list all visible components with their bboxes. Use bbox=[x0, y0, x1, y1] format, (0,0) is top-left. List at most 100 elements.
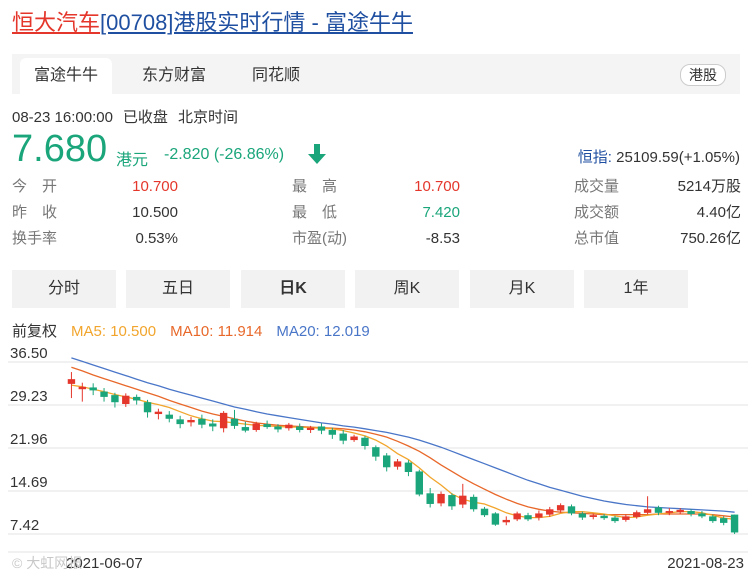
candle-body bbox=[698, 513, 706, 517]
candle-body bbox=[437, 493, 445, 504]
candle-body bbox=[187, 419, 195, 423]
hsi-index[interactable]: 恒指: 25109.59(+1.05%) bbox=[578, 146, 740, 167]
y-tick-label: 7.42 bbox=[10, 517, 39, 534]
page-title[interactable]: 恒大汽车[00708]港股实时行情 - 富途牛牛 bbox=[12, 8, 413, 38]
hsi-label[interactable]: 恒指: bbox=[578, 149, 612, 166]
candle-body bbox=[67, 379, 76, 384]
candle-body bbox=[730, 514, 739, 533]
stock-name-link[interactable]: 恒大汽车 bbox=[12, 10, 100, 35]
tab-five-day[interactable]: 五日 bbox=[126, 270, 230, 308]
stat-label: 成交量 bbox=[574, 178, 620, 195]
candle-body bbox=[350, 436, 358, 441]
candle-body bbox=[719, 518, 728, 523]
stat-value: 10.500 bbox=[132, 204, 178, 221]
candle-body bbox=[654, 507, 663, 513]
stat-label: 成交额 bbox=[574, 204, 620, 221]
candle-body bbox=[665, 511, 674, 513]
down-arrow-icon bbox=[308, 144, 326, 164]
current-price: 7.680 bbox=[12, 128, 108, 170]
candle-body bbox=[469, 496, 478, 510]
stat-label: 今 开 bbox=[12, 178, 58, 195]
candle-body bbox=[556, 505, 565, 511]
y-tick-label: 36.50 bbox=[10, 345, 48, 362]
stat-label: 换手率 bbox=[12, 230, 58, 247]
quote-time: 08-23 16:00:00 已收盘 北京时间 bbox=[12, 106, 248, 127]
ma5-legend: MA5: 10.500 bbox=[71, 323, 157, 340]
candle-body bbox=[285, 424, 293, 429]
candle-body bbox=[274, 426, 282, 430]
stock-code-link[interactable]: [00708]港股实时行情 - 富途牛牛 bbox=[100, 10, 413, 35]
stat-label: 总市值 bbox=[574, 230, 620, 247]
candle-body bbox=[448, 495, 456, 507]
candle-body bbox=[546, 509, 554, 515]
candle-body bbox=[676, 509, 684, 513]
price-change: -2.820 (-26.86%) bbox=[164, 146, 285, 163]
candle-body bbox=[361, 437, 369, 446]
tab-intraday[interactable]: 分时 bbox=[12, 270, 116, 308]
stat-value: 4.40亿 bbox=[696, 204, 741, 221]
stat-value: 750.26亿 bbox=[680, 230, 741, 247]
candle-body bbox=[143, 402, 152, 413]
candle-body bbox=[263, 424, 271, 428]
adjust-label: 前复权 bbox=[12, 323, 58, 340]
x-tick-label: 2021-08-23 bbox=[667, 555, 744, 572]
candle-body bbox=[535, 513, 543, 518]
y-tick-label: 29.23 bbox=[10, 388, 48, 405]
candle-body bbox=[209, 423, 217, 427]
source-tab-bar: 富途牛牛 东方财富 同花顺 港股 bbox=[12, 54, 740, 94]
candle-body bbox=[415, 471, 424, 495]
candle-body bbox=[154, 411, 163, 415]
candle-body bbox=[459, 495, 467, 505]
candle-body bbox=[524, 515, 532, 520]
tab-daily-k[interactable]: 日K bbox=[241, 270, 345, 308]
tab-futu[interactable]: 富途牛牛 bbox=[20, 58, 113, 94]
tab-eastmoney[interactable]: 东方财富 bbox=[128, 58, 220, 94]
candle-body bbox=[100, 391, 108, 397]
candle-body bbox=[111, 395, 119, 403]
candle-body bbox=[296, 426, 304, 431]
candle-body bbox=[89, 387, 97, 391]
candle-body bbox=[393, 461, 402, 467]
stat-label: 市盈(动) bbox=[292, 230, 347, 247]
candle-body bbox=[328, 430, 337, 435]
candle-body bbox=[241, 427, 250, 431]
stat-value: 10.700 bbox=[132, 178, 178, 195]
ma-legend: 前复权 MA5: 10.500 MA10: 11.914 MA20: 12.019 bbox=[12, 320, 384, 341]
candle-body bbox=[687, 511, 695, 515]
market-tag: 港股 bbox=[680, 64, 726, 86]
hsi-value: 25109.59(+1.05%) bbox=[616, 149, 740, 166]
market-status: 已收盘 bbox=[122, 109, 168, 126]
candle-body bbox=[600, 515, 608, 519]
candle-body bbox=[306, 427, 315, 431]
timezone-label: 北京时间 bbox=[177, 109, 238, 126]
tab-monthly-k[interactable]: 月K bbox=[470, 270, 574, 308]
stat-value: 5214万股 bbox=[677, 178, 741, 195]
candle-body bbox=[372, 447, 380, 457]
stat-value: 0.53% bbox=[135, 230, 178, 247]
watermark-text: © 大虹网报 bbox=[12, 555, 82, 571]
candle-body bbox=[252, 423, 260, 431]
candle-body bbox=[404, 462, 413, 473]
quote-datetime: 08-23 16:00:00 bbox=[12, 109, 113, 126]
candle-body bbox=[230, 418, 239, 426]
tab-weekly-k[interactable]: 周K bbox=[355, 270, 459, 308]
candle-body bbox=[176, 419, 184, 425]
tab-10jqka[interactable]: 同花顺 bbox=[238, 58, 314, 94]
candle-body bbox=[589, 515, 597, 517]
tab-one-year[interactable]: 1年 bbox=[584, 270, 688, 308]
candle-body bbox=[382, 455, 391, 468]
candle-body bbox=[611, 517, 619, 522]
stat-value: 10.700 bbox=[414, 178, 460, 195]
candle-body bbox=[633, 512, 641, 517]
stat-label: 最 低 bbox=[292, 204, 338, 221]
candle-body bbox=[78, 386, 87, 390]
candle-body bbox=[339, 433, 347, 441]
y-tick-label: 21.96 bbox=[10, 431, 48, 448]
candle-body bbox=[165, 414, 173, 419]
candle-body bbox=[643, 509, 652, 513]
candle-body bbox=[622, 516, 630, 520]
stat-label: 昨 收 bbox=[12, 204, 58, 221]
candle-body bbox=[567, 506, 576, 514]
stat-value: 7.420 bbox=[422, 204, 460, 221]
candle-body bbox=[491, 513, 500, 525]
